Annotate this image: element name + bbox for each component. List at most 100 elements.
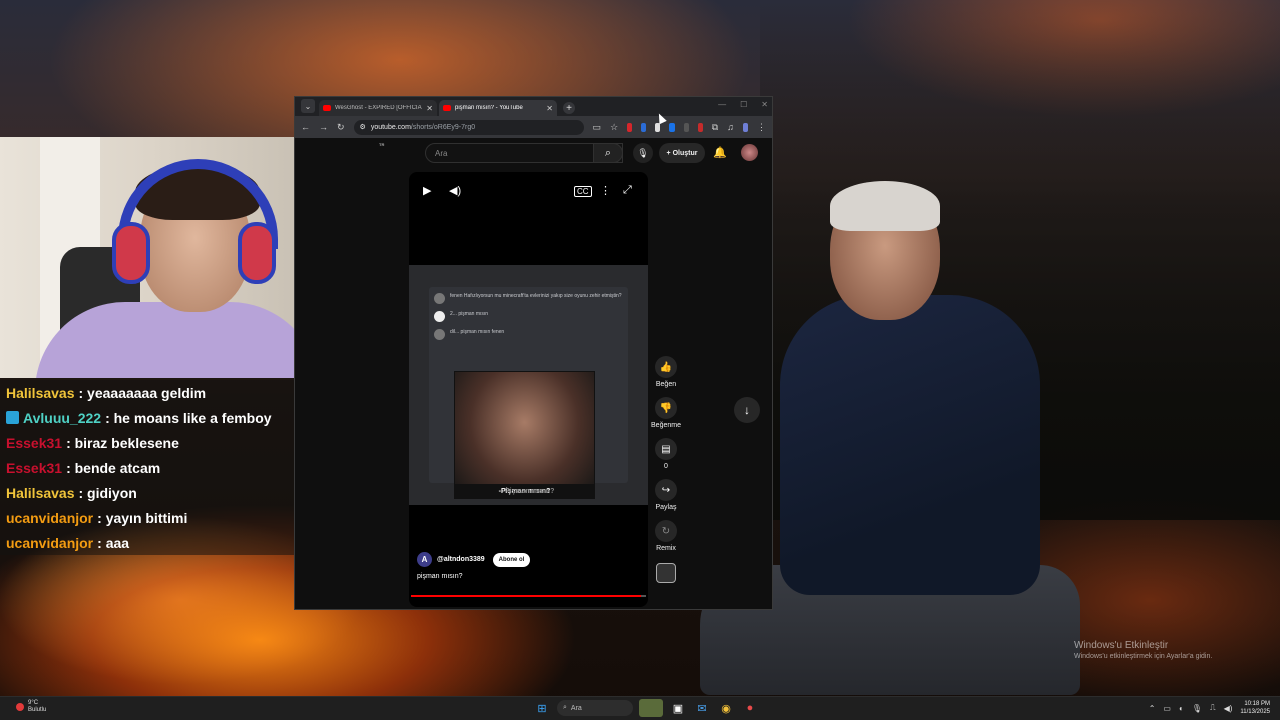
channel-avatar[interactable]: A bbox=[417, 552, 432, 567]
like-icon[interactable]: 👍 bbox=[655, 356, 677, 378]
notifications-bell-icon[interactable]: 🔔 bbox=[713, 146, 727, 159]
menu-kebab-icon[interactable]: ⋮ bbox=[757, 122, 766, 133]
comment-count: 0 bbox=[664, 463, 668, 470]
dislike-button[interactable]: 👎 Beğenme bbox=[645, 397, 687, 429]
audio-thumbnail[interactable] bbox=[656, 563, 676, 583]
chat-username: Essek31 bbox=[6, 434, 63, 451]
chat-badge-icon bbox=[6, 411, 19, 424]
extension-icon[interactable] bbox=[697, 122, 703, 132]
tab-title: WesGhost - EXPIRED [OFFICIAL bbox=[335, 105, 423, 111]
channel-name[interactable]: @altndon3389 bbox=[437, 556, 485, 563]
account-avatar[interactable] bbox=[741, 144, 758, 161]
tab-pisman-misin[interactable]: pişman mısın? - YouTube ✕ bbox=[439, 100, 557, 116]
tab-strip: ⌄ WesGhost - EXPIRED [OFFICIAL ✕ pişman … bbox=[295, 97, 772, 116]
maximize-icon[interactable]: ☐ bbox=[740, 100, 747, 109]
taskbar-search[interactable]: ⌕ Ara bbox=[557, 700, 633, 716]
chat-username: ucanvidanjor bbox=[6, 534, 94, 551]
volume-icon[interactable]: ◀) bbox=[449, 184, 461, 197]
video-subtitle: -Pişman mısın? bbox=[502, 488, 555, 495]
forward-icon[interactable]: → bbox=[319, 122, 328, 132]
media-control-icon[interactable]: ♫ bbox=[727, 122, 734, 132]
extension-icon[interactable] bbox=[627, 122, 633, 132]
watermark-title: Windows'u Etkinleştir bbox=[1074, 640, 1169, 651]
close-icon[interactable]: ✕ bbox=[426, 104, 433, 113]
extension-icon[interactable] bbox=[641, 122, 647, 132]
close-icon[interactable]: ✕ bbox=[546, 104, 553, 113]
chat-message: ucanvidanjor: aaa bbox=[0, 530, 294, 555]
url-path: /shorts/oR6Ey9-7rg0 bbox=[410, 123, 476, 131]
browser-window: ⌄ WesGhost - EXPIRED [OFFICIAL ✕ pişman … bbox=[294, 96, 773, 610]
share-button[interactable]: ↪ Paylaş bbox=[645, 479, 687, 511]
watermark-subtitle: Windows'u etkinleştirmek için Ayarlar'a … bbox=[1074, 653, 1213, 660]
fullscreen-icon[interactable]: ⤢ bbox=[623, 184, 632, 197]
tab-search-button[interactable]: ⌄ bbox=[301, 99, 315, 113]
share-icon[interactable]: ↪ bbox=[655, 479, 677, 501]
remix-icon[interactable]: ↻ bbox=[655, 520, 677, 542]
create-label: Oluştur bbox=[672, 149, 698, 157]
dislike-icon[interactable]: 👎 bbox=[655, 397, 677, 419]
dislike-label: Beğenme bbox=[651, 422, 681, 429]
progress-fill bbox=[411, 595, 642, 597]
widget-image-icon[interactable] bbox=[639, 699, 663, 717]
short-player[interactable]: ▶ ◀) CC ⋮ ⤢ fenen Hafızlıyorsun mu minec… bbox=[409, 172, 648, 607]
app-icon[interactable]: ● bbox=[741, 699, 759, 717]
youtube-header: TR Ara ⌕ 🎙 + Oluştur 🔔 bbox=[295, 138, 772, 168]
volume-icon[interactable]: ◀) bbox=[1224, 704, 1233, 713]
tray-expand-icon[interactable]: ⌃ bbox=[1149, 704, 1156, 713]
chat-message: Halilsavas: gidiyon bbox=[0, 480, 294, 505]
extension-icon[interactable] bbox=[683, 122, 689, 132]
microphone-icon[interactable]: 🎙 bbox=[1192, 704, 1202, 713]
tray-app-icon[interactable]: ▭ bbox=[1163, 704, 1171, 713]
sound-thumbnail[interactable] bbox=[645, 561, 687, 583]
play-icon[interactable]: ▶ bbox=[423, 184, 431, 197]
cast-icon[interactable]: ▭ bbox=[593, 122, 602, 133]
chat-username: ucanvidanjor bbox=[6, 509, 94, 526]
tab-wesghost[interactable]: WesGhost - EXPIRED [OFFICIAL ✕ bbox=[319, 100, 437, 116]
task-view-icon[interactable]: ▣ bbox=[669, 699, 687, 717]
captions-icon[interactable]: CC bbox=[574, 186, 592, 197]
microphone-icon[interactable]: 🎙 bbox=[633, 143, 653, 163]
share-label: Paylaş bbox=[655, 504, 677, 511]
like-button[interactable]: 👍 Beğen bbox=[645, 356, 687, 388]
weather-icon bbox=[16, 703, 24, 711]
extension-icon[interactable] bbox=[669, 122, 675, 132]
mail-icon[interactable]: ✉ bbox=[693, 699, 711, 717]
start-windows-icon[interactable]: ⊞ bbox=[533, 699, 551, 717]
profile-icon[interactable] bbox=[742, 122, 748, 132]
create-button[interactable]: + Oluştur bbox=[659, 143, 705, 163]
close-window-icon[interactable]: ✕ bbox=[761, 100, 768, 109]
short-actions: 👍 Beğen 👎 Beğenme ▤ 0 ↪ Paylaş ↻ Remix bbox=[645, 356, 687, 592]
discord-message: fenen Hafızlıyorsun mu minecraft'ta evle… bbox=[450, 293, 622, 299]
extensions-puzzle-icon[interactable]: ⧉ bbox=[712, 122, 718, 133]
remix-button[interactable]: ↻ Remix bbox=[645, 520, 687, 552]
taskbar-clock[interactable]: 10:18 PM 11/13/2025 bbox=[1240, 700, 1270, 716]
chat-message: ucanvidanjor: yayın bittimi bbox=[0, 505, 294, 530]
next-short-arrow-icon[interactable]: ↓ bbox=[734, 397, 760, 423]
comment-icon[interactable]: ▤ bbox=[655, 438, 677, 460]
weather-desc: Bulutlu bbox=[28, 707, 47, 713]
bookmark-star-icon[interactable]: ☆ bbox=[610, 122, 618, 133]
weather-temp: 9°C bbox=[28, 700, 39, 706]
back-icon[interactable]: ← bbox=[301, 122, 310, 132]
chat-message: Essek31: bende atcam bbox=[0, 455, 294, 480]
windows-activation-watermark: Windows'u Etkinleştir Windows'u etkinleş… bbox=[1074, 640, 1212, 660]
clock-time: 10:18 PM bbox=[1244, 701, 1270, 707]
comment-button[interactable]: ▤ 0 bbox=[645, 438, 687, 470]
minimize-icon[interactable]: — bbox=[718, 100, 726, 109]
chat-username: Essek31 bbox=[6, 459, 63, 476]
new-tab-button[interactable]: + bbox=[563, 102, 575, 114]
reload-icon[interactable]: ↻ bbox=[337, 122, 345, 133]
remix-label: Remix bbox=[656, 545, 676, 552]
chat-message-text: : bende atcam bbox=[66, 459, 161, 476]
network-icon[interactable]: ⎍ bbox=[1210, 703, 1216, 713]
subscribe-button[interactable]: Abone ol bbox=[492, 552, 531, 567]
address-bar[interactable]: ⚙ youtube.com/shorts/oR6Ey9-7rg0 bbox=[353, 119, 584, 135]
progress-bar[interactable] bbox=[411, 595, 646, 597]
more-options-icon[interactable]: ⋮ bbox=[600, 184, 611, 197]
chrome-icon[interactable]: ◉ bbox=[717, 699, 735, 717]
weather-widget[interactable]: 9°C Bulutlu bbox=[16, 700, 46, 714]
site-info-icon[interactable]: ⚙ bbox=[360, 123, 366, 131]
tray-app-icon[interactable]: ◐ bbox=[1179, 704, 1184, 713]
search-icon[interactable]: ⌕ bbox=[593, 143, 623, 163]
tab-title: pişman mısın? - YouTube bbox=[455, 105, 523, 111]
